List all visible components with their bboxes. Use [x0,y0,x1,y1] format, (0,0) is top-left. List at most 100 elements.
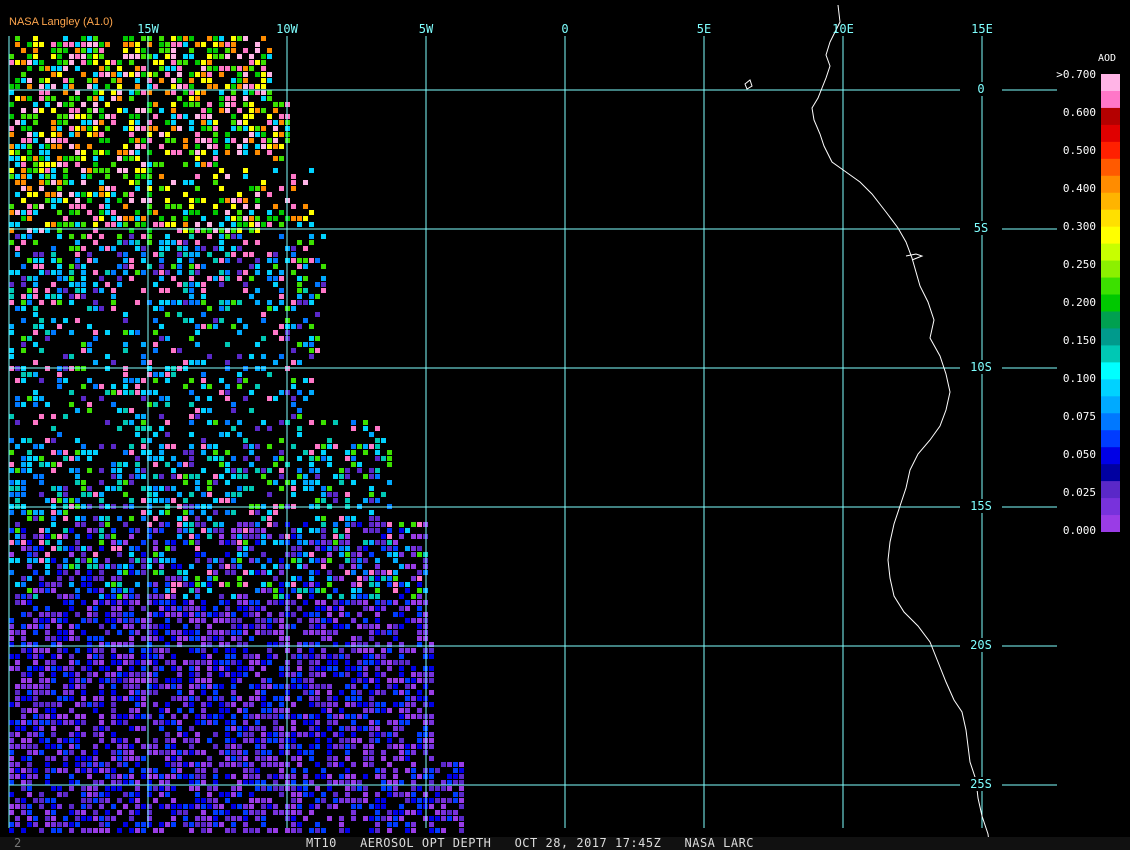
aod-pixel [135,300,140,305]
aod-pixel [225,600,230,605]
aod-pixel [255,798,260,803]
aod-pixel [213,474,218,479]
aod-pixel [351,552,356,557]
aod-pixel [309,558,314,563]
aod-pixel [387,450,392,455]
aod-pixel [87,528,92,533]
aod-pixel [249,684,254,689]
aod-pixel [33,402,38,407]
aod-pixel [387,732,392,737]
aod-pixel [129,330,134,335]
aod-pixel [219,702,224,707]
aod-pixel [135,786,140,791]
aod-pixel [375,570,380,575]
aod-pixel [9,552,14,557]
aod-pixel [159,786,164,791]
aod-pixel [141,474,146,479]
aod-pixel [63,720,68,725]
aod-pixel [189,126,194,131]
aod-pixel [9,624,14,629]
aod-pixel [57,636,62,641]
aod-pixel [237,54,242,59]
aod-pixel [63,714,68,719]
aod-pixel [27,750,32,755]
aod-pixel [255,444,260,449]
aod-pixel [39,528,44,533]
aod-pixel [189,78,194,83]
aod-pixel [153,54,158,59]
aod-pixel [27,648,32,653]
aod-pixel [9,762,14,767]
aod-pixel [195,282,200,287]
aod-pixel [189,432,194,437]
aod-pixel [255,756,260,761]
aod-pixel [63,102,68,107]
aod-pixel [345,750,350,755]
aod-pixel [387,576,392,581]
aod-pixel [429,678,434,683]
aod-pixel [351,420,356,425]
aod-pixel [141,426,146,431]
aod-pixel [153,720,158,725]
aod-pixel [357,714,362,719]
aod-pixel [21,72,26,77]
aod-pixel [87,546,92,551]
aod-pixel [135,384,140,389]
aod-pixel [309,450,314,455]
aod-pixel [297,666,302,671]
aod-pixel [165,648,170,653]
aod-pixel [267,372,272,377]
aod-pixel [87,54,92,59]
aod-pixel [267,252,272,257]
aod-pixel [189,210,194,215]
aod-pixel [309,324,314,329]
aod-pixel [93,102,98,107]
aod-pixel [249,54,254,59]
aod-pixel [93,648,98,653]
aod-pixel [57,702,62,707]
aod-pixel [183,216,188,221]
aod-pixel [351,816,356,821]
aod-pixel [69,600,74,605]
aod-pixel [195,720,200,725]
aod-pixel [195,480,200,485]
aod-pixel [87,492,92,497]
aod-pixel [411,810,416,815]
aod-pixel [153,348,158,353]
aod-pixel [417,636,422,641]
aod-pixel [327,720,332,725]
aod-pixel [255,534,260,539]
aod-pixel [189,204,194,209]
aod-pixel [75,672,80,677]
aod-pixel [369,570,374,575]
aod-pixel [231,786,236,791]
aod-pixel [237,750,242,755]
aod-pixel [195,162,200,167]
aod-pixel [45,684,50,689]
aod-pixel [69,156,74,161]
aod-pixel [411,546,416,551]
aod-pixel [21,582,26,587]
aod-pixel [123,612,128,617]
aod-pixel [387,708,392,713]
aod-pixel [207,684,212,689]
aod-pixel [201,714,206,719]
aod-pixel [9,756,14,761]
aod-pixel [357,546,362,551]
aod-pixel [141,234,146,239]
aod-pixel [243,600,248,605]
aod-pixel [117,738,122,743]
aod-pixel [135,246,140,251]
aod-pixel [99,780,104,785]
aod-pixel [99,816,104,821]
aod-pixel [141,270,146,275]
aod-pixel [39,546,44,551]
aod-pixel [303,564,308,569]
aod-pixel [393,540,398,545]
aod-pixel [171,60,176,65]
aod-pixel [249,666,254,671]
aod-pixel [183,570,188,575]
aod-pixel [297,264,302,269]
aod-pixel [225,726,230,731]
legend-swatch [1101,328,1120,346]
